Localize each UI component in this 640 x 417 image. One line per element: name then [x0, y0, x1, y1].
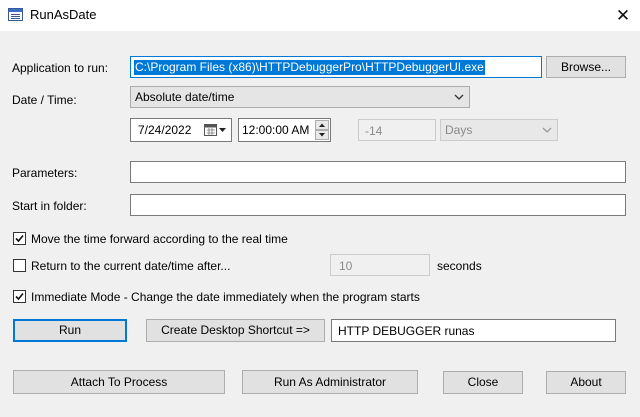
- parameters-label: Parameters:: [12, 166, 78, 180]
- application-path-value: C:\Program Files (x86)\HTTPDebuggerPro\H…: [134, 60, 485, 75]
- chevron-down-icon: [453, 90, 465, 107]
- parameters-input[interactable]: [130, 161, 626, 183]
- app-window-icon: [8, 8, 23, 21]
- immediate-mode-checkbox[interactable]: [13, 290, 26, 303]
- close-icon[interactable]: ✕: [606, 0, 640, 31]
- shortcut-name-value: HTTP DEBUGGER runas: [338, 324, 475, 338]
- offset-unit-select: Days: [440, 119, 558, 141]
- application-label: Application to run:: [12, 61, 109, 75]
- datetime-label: Date / Time:: [12, 93, 77, 107]
- move-time-checkbox[interactable]: [13, 232, 26, 245]
- move-time-label[interactable]: Move the time forward according to the r…: [31, 232, 288, 246]
- chevron-down-icon: [541, 123, 553, 140]
- time-spinner[interactable]: [315, 120, 329, 140]
- shortcut-name-input[interactable]: HTTP DEBUGGER runas: [331, 319, 616, 342]
- time-picker[interactable]: 12:00:00 AM: [238, 118, 331, 142]
- return-after-label[interactable]: Return to the current date/time after...: [31, 259, 230, 273]
- checkmark-icon: [15, 292, 24, 301]
- datetime-mode-value: Absolute date/time: [135, 90, 235, 104]
- create-shortcut-button[interactable]: Create Desktop Shortcut =>: [146, 319, 325, 342]
- calendar-icon[interactable]: [204, 123, 228, 140]
- title-bar: RunAsDate ✕: [0, 0, 640, 31]
- datetime-mode-select[interactable]: Absolute date/time: [130, 86, 470, 108]
- start-folder-input[interactable]: [130, 194, 626, 216]
- date-picker[interactable]: 7/24/2022: [130, 118, 232, 142]
- application-path-input[interactable]: C:\Program Files (x86)\HTTPDebuggerPro\H…: [130, 56, 542, 78]
- offset-value: -14: [365, 124, 383, 138]
- return-seconds-value: 10: [339, 259, 353, 273]
- attach-process-button[interactable]: Attach To Process: [13, 370, 225, 394]
- close-button[interactable]: Close: [443, 371, 523, 394]
- about-button[interactable]: About: [546, 371, 626, 394]
- browse-button[interactable]: Browse...: [546, 56, 626, 78]
- window-title: RunAsDate: [30, 7, 97, 22]
- run-button[interactable]: Run: [13, 319, 127, 342]
- return-seconds-input: 10: [330, 254, 430, 276]
- spin-down-icon[interactable]: [315, 130, 329, 140]
- run-as-admin-button[interactable]: Run As Administrator: [242, 370, 418, 394]
- offset-unit-value: Days: [445, 123, 473, 137]
- seconds-label: seconds: [437, 259, 482, 273]
- return-after-checkbox[interactable]: [13, 259, 26, 272]
- date-value: 7/24/2022: [138, 123, 192, 137]
- offset-value-input: -14: [358, 119, 436, 141]
- spin-up-icon[interactable]: [315, 120, 329, 130]
- immediate-mode-label[interactable]: Immediate Mode - Change the date immedia…: [31, 290, 420, 304]
- checkmark-icon: [15, 234, 24, 243]
- time-value: 12:00:00 AM: [242, 123, 310, 137]
- start-folder-label: Start in folder:: [12, 199, 87, 213]
